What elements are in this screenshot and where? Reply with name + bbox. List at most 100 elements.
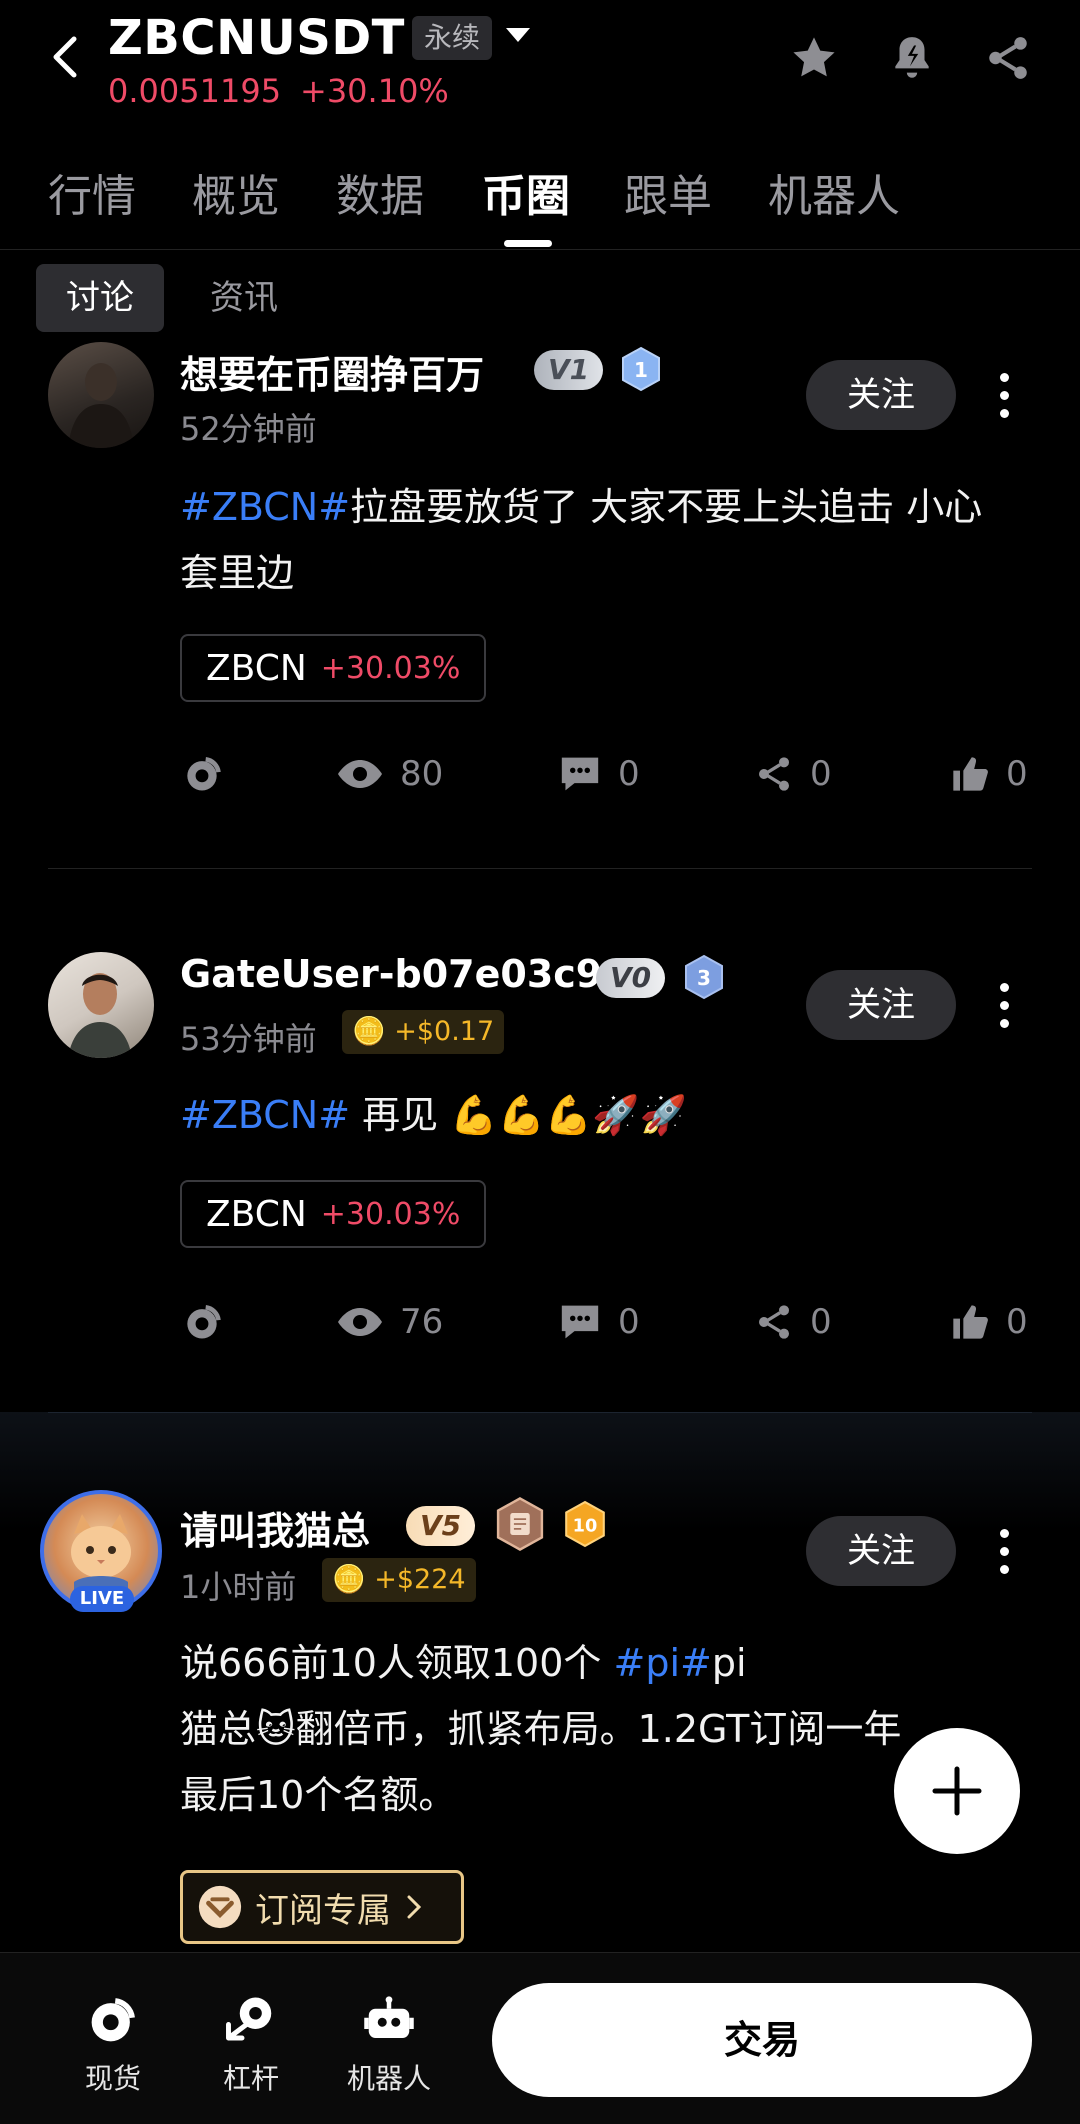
- reward-value: +$0.17: [394, 1016, 495, 1047]
- star-icon: [793, 37, 835, 77]
- tab-bots[interactable]: 机器人: [768, 160, 900, 224]
- likes-value: 0: [1006, 754, 1028, 794]
- creator-badge-icon: [496, 1497, 544, 1551]
- nav-label: 现货: [84, 2062, 141, 2095]
- post-content: #ZBCN#拉盘要放货了 大家不要上头追击 小心套里边: [180, 474, 1000, 606]
- nav-label: 杠杆: [222, 2062, 279, 2095]
- last-price: 0.0051195: [108, 72, 282, 110]
- nav-spot[interactable]: 现货: [58, 1993, 168, 2097]
- level-text: 10: [573, 1516, 598, 1536]
- coin-icon: [187, 757, 221, 791]
- comment-button[interactable]: 0: [558, 744, 640, 804]
- reward-value: +$224: [374, 1564, 466, 1595]
- trade-button[interactable]: 交易: [492, 1983, 1032, 2097]
- vip-badge: V0: [596, 958, 666, 998]
- post-card[interactable]: GateUser-b07e03c9 V0 3 53分钟前 🪙 +$0.17 关注…: [0, 948, 1080, 1398]
- hashtag-link[interactable]: #ZBCN#: [180, 1093, 350, 1137]
- chevron-left-icon: [53, 36, 77, 78]
- caret-down-icon[interactable]: [506, 28, 530, 42]
- post-time: 53分钟前: [180, 1020, 317, 1058]
- shares-value: 0: [810, 754, 832, 794]
- views-count: 76: [336, 1292, 443, 1352]
- coin-symbol: ZBCN: [206, 647, 307, 689]
- post-card[interactable]: LIVE 请叫我猫总 V5 10 1小时前 🪙 +$224 关注 说666前10…: [0, 1490, 1080, 1960]
- robot-icon: [364, 1996, 414, 2038]
- share-icon: [759, 1305, 789, 1339]
- back-button[interactable]: [40, 30, 90, 84]
- comment-icon: [561, 757, 599, 791]
- coin-chip[interactable]: ZBCN +30.03%: [180, 1180, 487, 1248]
- share-post-button[interactable]: 0: [754, 744, 832, 804]
- tab-market[interactable]: 行情: [48, 160, 136, 224]
- avatar[interactable]: [48, 342, 154, 448]
- post-username[interactable]: GateUser-b07e03c9: [180, 952, 602, 996]
- share-icon: [989, 37, 1027, 79]
- post-username[interactable]: 想要在币圈挣百万: [180, 344, 484, 399]
- header: ZBCNUSDT 永续 0.0051195 +30.10%: [0, 0, 1080, 130]
- post-username[interactable]: 请叫我猫总: [180, 1500, 370, 1555]
- bottom-navigation: 现货 杠杆 机器人 交易: [0, 1952, 1080, 2124]
- tip-button[interactable]: [180, 744, 224, 804]
- share-post-button[interactable]: 0: [754, 1292, 832, 1352]
- post-stats: 76 0 0 0: [0, 1292, 1080, 1352]
- more-options-button[interactable]: [984, 360, 1024, 430]
- coin-chip[interactable]: ZBCN +30.03%: [180, 634, 487, 702]
- shares-value: 0: [810, 1302, 832, 1342]
- subscription-icon: [198, 1885, 242, 1929]
- subscribe-exclusive-button[interactable]: 订阅专属: [180, 1870, 464, 1944]
- comment-icon: [561, 1305, 599, 1339]
- nav-bots[interactable]: 机器人: [334, 1993, 444, 2097]
- subtab-discussion[interactable]: 讨论: [36, 264, 164, 332]
- share-button[interactable]: [980, 30, 1036, 86]
- more-options-button[interactable]: [984, 1516, 1024, 1586]
- coin-icon: 🪙: [352, 1016, 386, 1047]
- follow-button[interactable]: 关注: [806, 970, 956, 1040]
- hashtag-link[interactable]: #pi#: [614, 1641, 712, 1685]
- post-time: 52分钟前: [180, 410, 317, 448]
- like-button[interactable]: 0: [950, 744, 1028, 804]
- level-hex-icon: 1: [622, 346, 660, 392]
- post-text: 猫总🐱翻倍币，抓紧布局。1.2GT订阅一年: [180, 1707, 902, 1751]
- subtab-news[interactable]: 资讯: [180, 264, 308, 332]
- pair-symbol[interactable]: ZBCNUSDT: [108, 10, 405, 66]
- create-post-button[interactable]: [894, 1728, 1020, 1854]
- favorite-button[interactable]: [786, 30, 842, 86]
- main-tabs: 行情 概览 数据 币圈 跟单 机器人: [0, 150, 1080, 250]
- vip-badge: V1: [534, 350, 604, 390]
- spot-icon: [91, 1998, 135, 2042]
- comments-value: 0: [618, 754, 640, 794]
- post-stats: 80 0 0 0: [0, 744, 1080, 804]
- tip-button[interactable]: [180, 1292, 224, 1352]
- comment-button[interactable]: 0: [558, 1292, 640, 1352]
- hashtag-link[interactable]: #ZBCN#: [180, 485, 350, 529]
- views-value: 76: [400, 1302, 444, 1342]
- level-text: 3: [697, 966, 711, 990]
- vip-badge: V5: [406, 1506, 476, 1546]
- post-card[interactable]: 想要在币圈挣百万 V1 1 52分钟前 关注 #ZBCN#拉盘要放货了 大家不要…: [0, 340, 1080, 870]
- thumbs-up-icon: [953, 1305, 988, 1339]
- nav-margin[interactable]: 杠杆: [196, 1993, 306, 2097]
- bell-icon: [895, 37, 929, 78]
- post-text: 说666前10人领取100个: [180, 1641, 614, 1685]
- coin-change: +30.03%: [320, 1196, 461, 1232]
- comments-value: 0: [618, 1302, 640, 1342]
- coin-icon: [187, 1305, 221, 1339]
- follow-button[interactable]: 关注: [806, 1516, 956, 1586]
- tab-copy-trading[interactable]: 跟单: [624, 160, 712, 224]
- likes-value: 0: [1006, 1302, 1028, 1342]
- tab-crypto-circle[interactable]: 币圈: [482, 160, 570, 224]
- follow-button[interactable]: 关注: [806, 360, 956, 430]
- post-divider: [48, 868, 1032, 869]
- tip-reward-badge: 🪙 +$0.17: [342, 1010, 505, 1054]
- plus-icon: [932, 1766, 982, 1816]
- level-hex-icon: 10: [565, 1500, 605, 1548]
- perpetual-tag: 永续: [412, 16, 493, 60]
- like-button[interactable]: 0: [950, 1292, 1028, 1352]
- avatar[interactable]: [48, 952, 154, 1058]
- more-options-button[interactable]: [984, 970, 1024, 1040]
- level-hex-icon: 3: [685, 954, 723, 1000]
- tab-overview[interactable]: 概览: [192, 160, 280, 224]
- price-change: +30.10%: [300, 72, 449, 110]
- tab-data[interactable]: 数据: [336, 160, 424, 224]
- alert-button[interactable]: [884, 30, 940, 86]
